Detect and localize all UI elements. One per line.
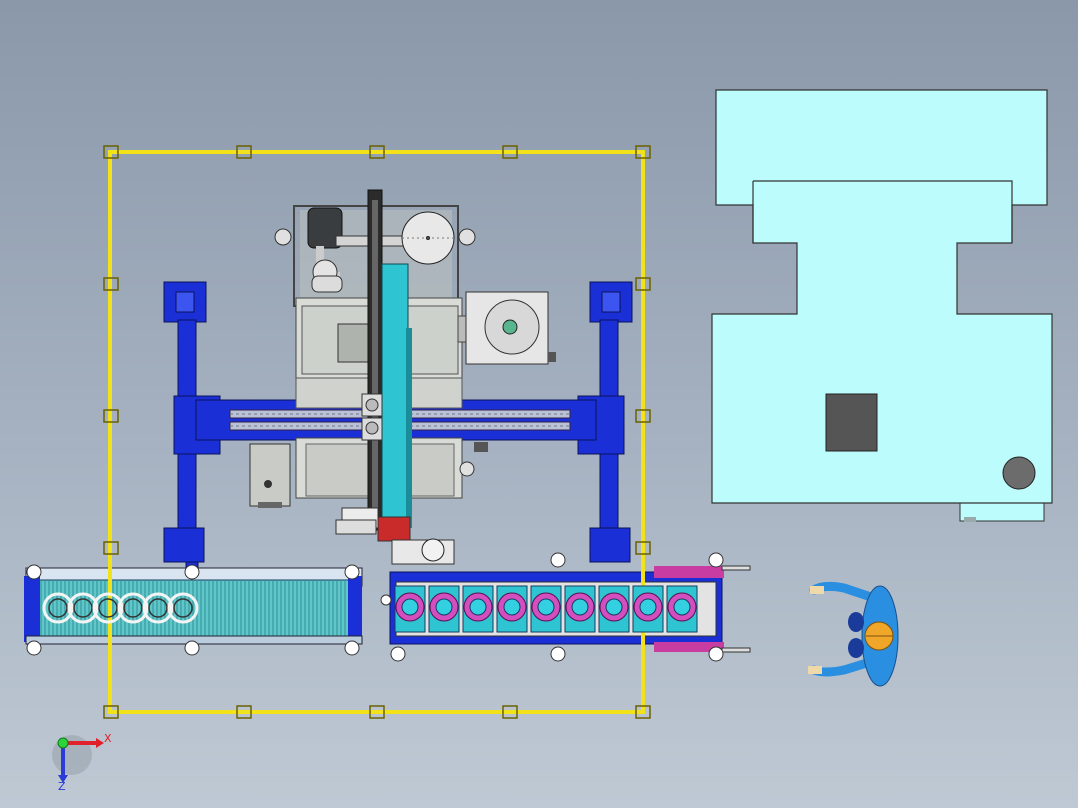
triad-x-label: X [104,732,112,745]
inspection-window [337,323,369,363]
servo-motor-icon [421,538,445,562]
product-core [401,598,419,616]
cabinet-panel [825,393,878,452]
product-core [503,598,521,616]
coordinate-triad-icon: X Z [52,732,112,793]
operator-figure-icon [808,581,899,687]
triad-z-label: Z [58,780,66,793]
product-core [571,598,589,616]
product-core [435,598,453,616]
product-core [537,598,555,616]
product-core [469,598,487,616]
product-core [639,598,657,616]
cad-viewport[interactable]: X Z [0,0,1078,808]
right-cabinet [711,89,1053,522]
right-conveyor-products [394,585,698,633]
product-core [605,598,623,616]
cabinet-knob [1002,456,1036,490]
product-core [673,598,691,616]
